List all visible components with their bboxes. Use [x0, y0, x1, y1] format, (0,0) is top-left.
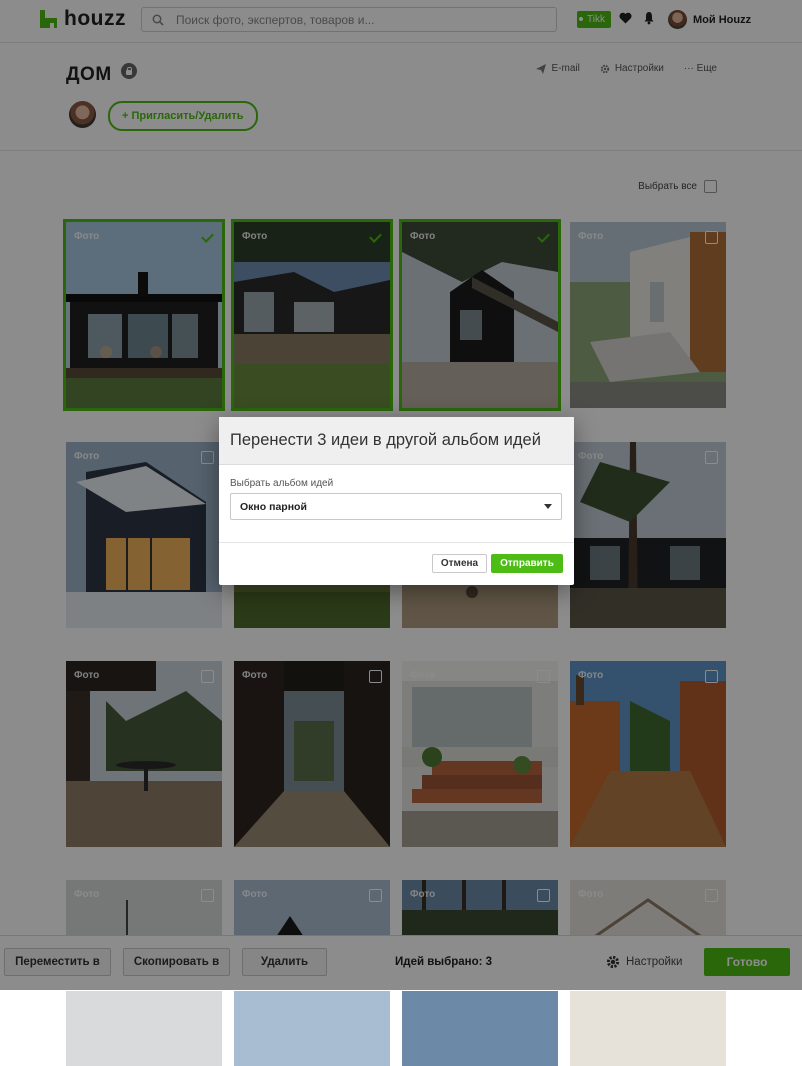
dialog-divider — [219, 542, 574, 543]
cancel-button[interactable]: Отмена — [432, 554, 487, 573]
album-select-label: Выбрать альбом идей — [230, 478, 334, 489]
caret-down-icon — [544, 504, 552, 509]
dialog-title: Перенести 3 идеи в другой альбом идей — [230, 431, 541, 449]
move-ideas-dialog: Перенести 3 идеи в другой альбом идей Вы… — [219, 417, 574, 585]
album-select-dropdown[interactable]: Окно парной — [230, 493, 562, 520]
album-select-value: Окно парной — [240, 500, 307, 513]
submit-button[interactable]: Отправить — [491, 554, 563, 573]
